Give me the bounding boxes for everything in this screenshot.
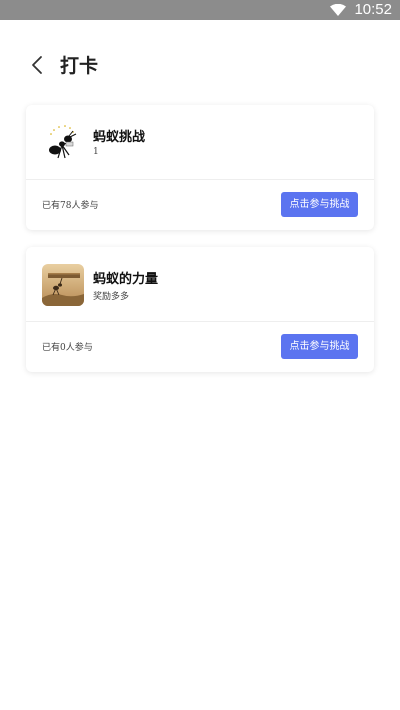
join-challenge-button[interactable]: 点击参与挑战 (281, 334, 358, 359)
challenge-name: 蚂蚁挑战 (93, 130, 146, 145)
ant-illustration (42, 122, 84, 164)
challenge-card-bottom: 已有0人参与 点击参与挑战 (26, 322, 374, 372)
challenge-card[interactable]: 蚂蚁的力量 奖励多多 已有0人参与 点击参与挑战 (26, 247, 374, 372)
ant-photo (42, 264, 84, 306)
challenge-card-bottom: 已有78人参与 点击参与挑战 (26, 180, 374, 230)
challenge-subtitle: 奖励多多 (93, 292, 130, 302)
challenge-card-top: 蚂蚁挑战 1 (26, 105, 374, 180)
chevron-left-icon[interactable] (26, 52, 48, 78)
page-title: 打卡 (60, 55, 99, 77)
challenge-card-top: 蚂蚁的力量 奖励多多 (26, 247, 374, 322)
join-challenge-button[interactable]: 点击参与挑战 (281, 192, 358, 217)
status-bar: 10:52 (0, 0, 400, 20)
challenge-card[interactable]: 蚂蚁挑战 1 已有78人参与 点击参与挑战 (26, 105, 374, 230)
challenge-subtitle: 1 (93, 147, 99, 157)
status-time: 10:52 (354, 1, 392, 18)
page-header: 打卡 (0, 20, 400, 108)
participant-count: 已有78人参与 (42, 201, 99, 211)
participant-count: 已有0人参与 (42, 343, 93, 353)
wifi-icon (330, 4, 346, 16)
challenge-name: 蚂蚁的力量 (93, 272, 159, 287)
